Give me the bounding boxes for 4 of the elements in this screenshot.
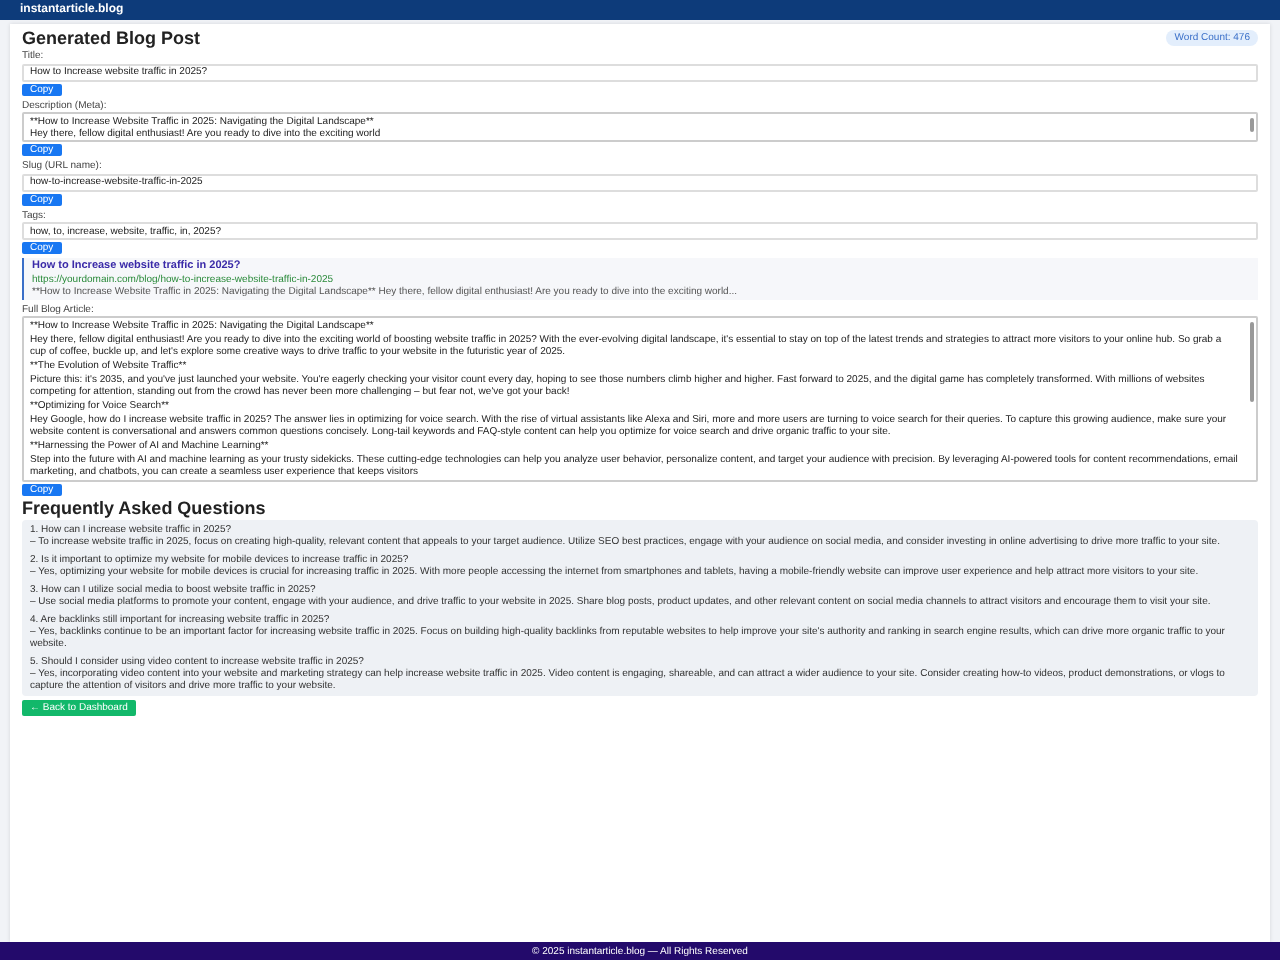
page-heading: Generated Blog Post bbox=[22, 28, 201, 48]
scrollbar[interactable] bbox=[1250, 117, 1253, 131]
scrollbar[interactable] bbox=[1250, 321, 1253, 401]
faq-heading: Frequently Asked Questions bbox=[22, 498, 268, 518]
